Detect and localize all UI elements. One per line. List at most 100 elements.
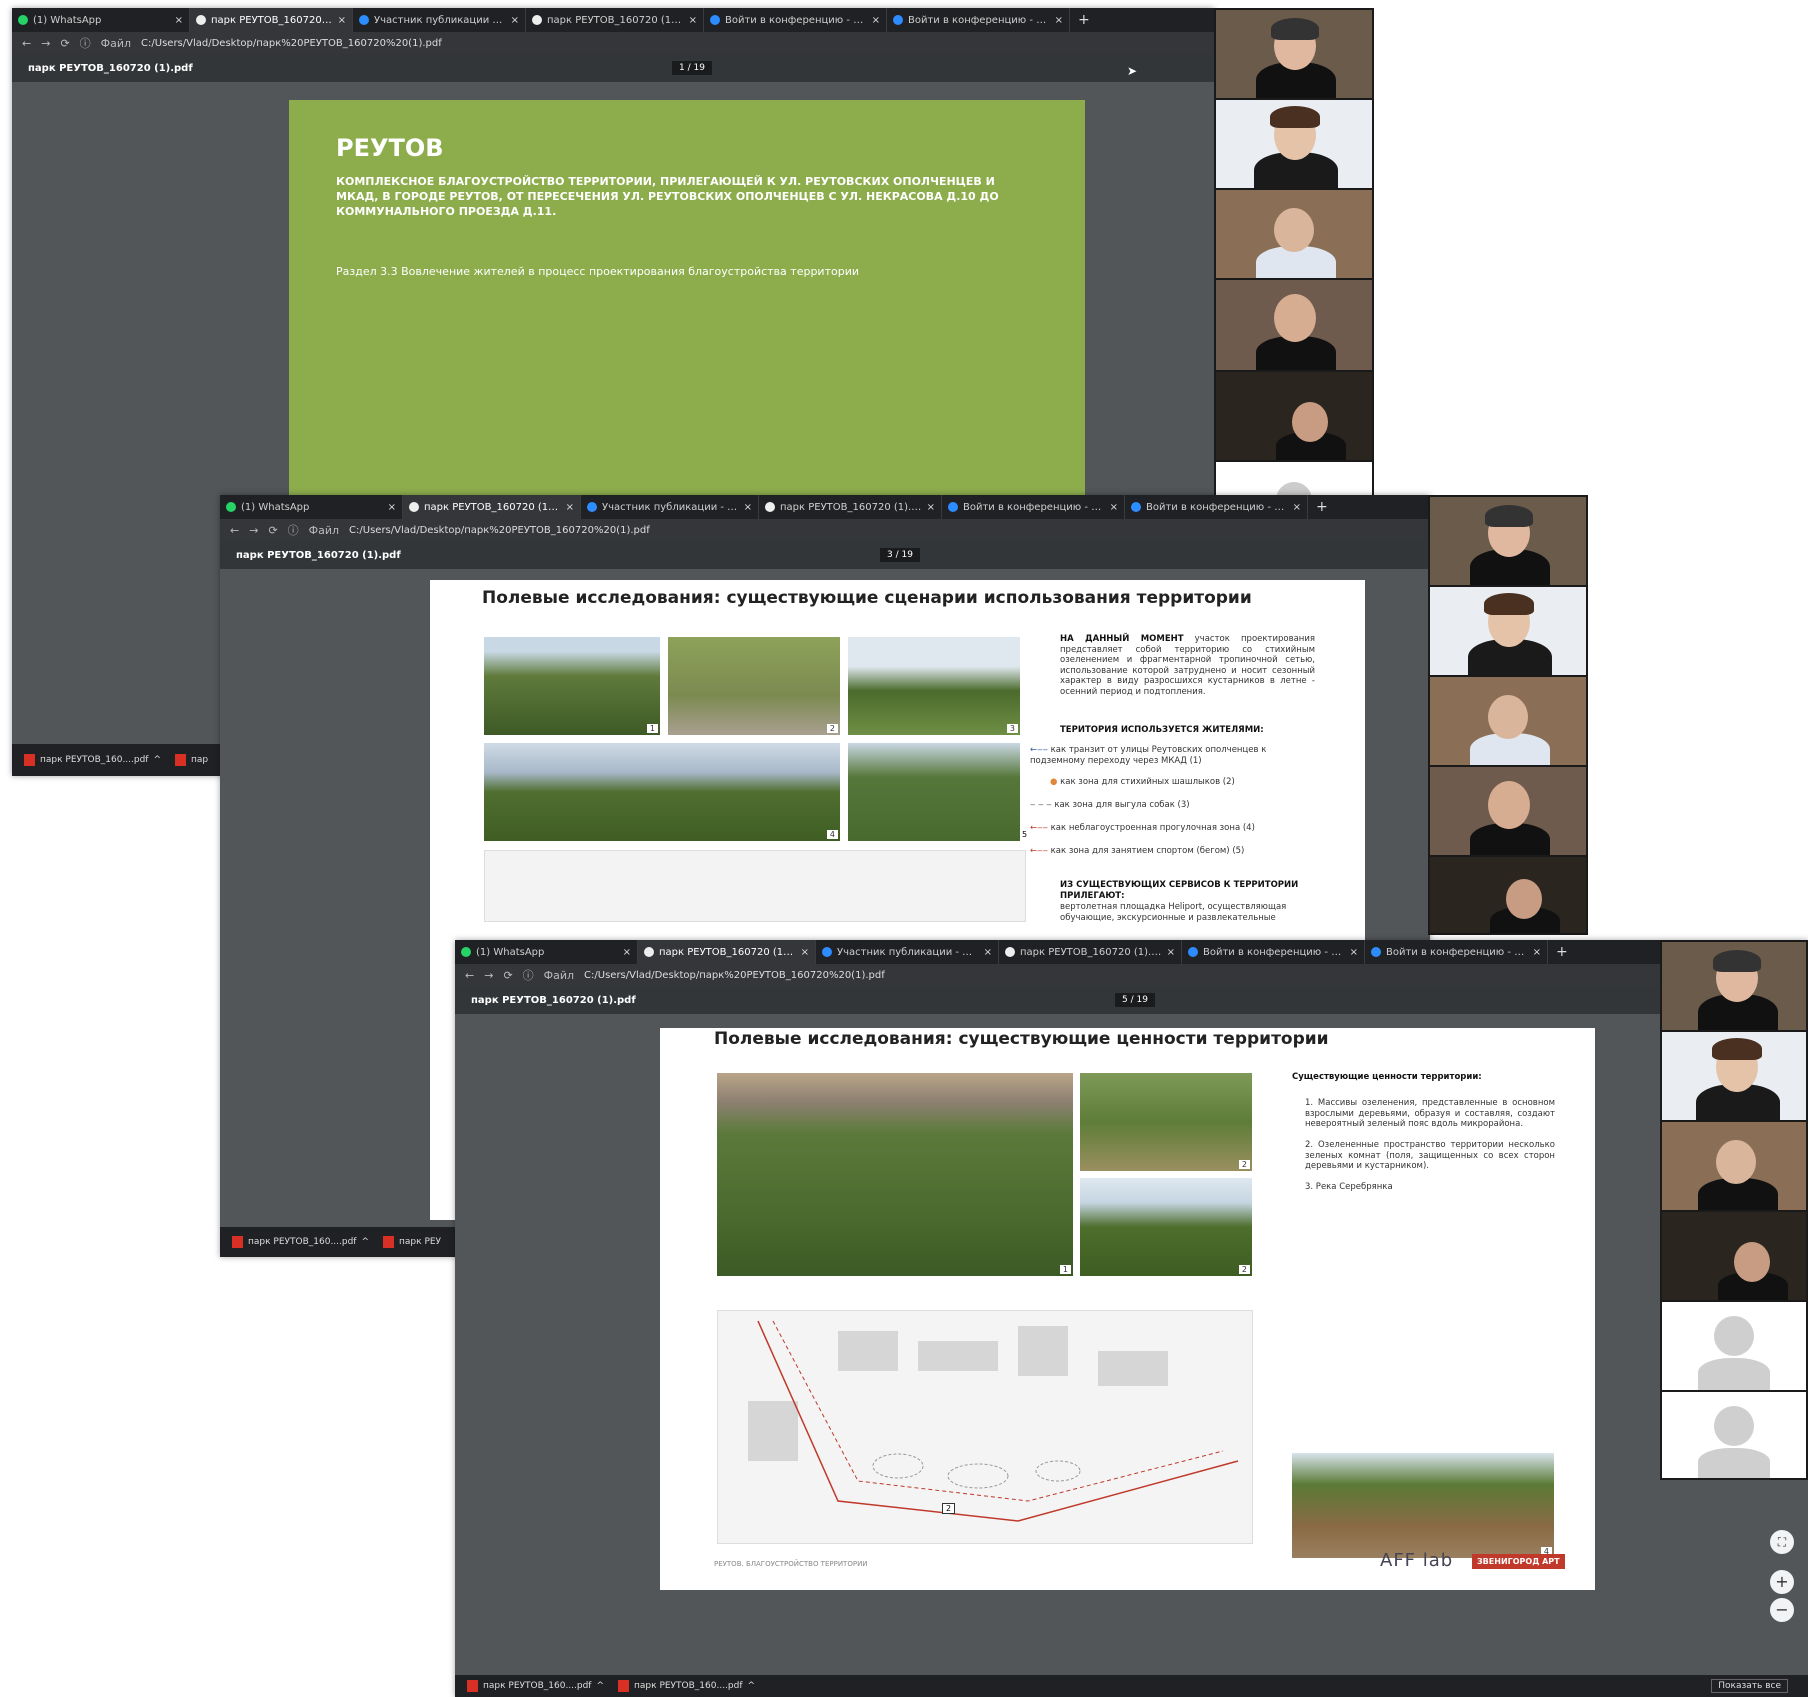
video-tile[interactable] (1216, 100, 1372, 188)
close-icon[interactable]: × (566, 502, 574, 513)
avatar[interactable] (1216, 462, 1372, 498)
download-item[interactable]: парк РЕУТОВ_160....pdf ^ (24, 754, 161, 766)
url-text[interactable]: C:/Users/Vlad/Desktop/парк%20РЕУТОВ_1607… (584, 970, 885, 981)
back-icon[interactable]: ← (22, 37, 31, 50)
tab-pdf-2[interactable]: парк РЕУТОВ_160720 (1).pdf × (759, 495, 942, 519)
info-icon[interactable]: ⓘ (523, 967, 534, 983)
close-icon[interactable]: × (689, 15, 697, 26)
tab-pdf-2[interactable]: парк РЕУТОВ_160720 (1).pdf × (526, 8, 704, 32)
address-bar[interactable]: ← → ⟳ ⓘ Файл C:/Users/Vlad/Desktop/парк%… (12, 32, 1214, 54)
download-item[interactable]: пар (175, 754, 208, 766)
video-tile[interactable] (1216, 280, 1372, 370)
close-icon[interactable]: × (744, 502, 752, 513)
tab-zoom-join-2[interactable]: Войти в конференцию - Zoom × (887, 8, 1070, 32)
tab-pdf[interactable]: парк РЕУТОВ_160720 (1).pdf× (638, 940, 816, 964)
video-tile[interactable] (1430, 857, 1586, 933)
tab-zoom-join[interactable]: Войти в конференцию - Zoom × (704, 8, 887, 32)
back-icon[interactable]: ← (465, 969, 474, 982)
close-icon[interactable]: × (388, 502, 396, 513)
close-icon[interactable]: × (175, 15, 183, 26)
tab-pdf[interactable]: парк РЕУТОВ_160720 (1).pdf× (403, 495, 581, 519)
fit-page-button[interactable]: ⛶ (1770, 1530, 1794, 1554)
tab-whatsapp[interactable]: (1) WhatsApp × (220, 495, 403, 519)
tab-zoom-join-2[interactable]: Войти в конференцию - Zoom × (1365, 940, 1548, 964)
video-tile[interactable] (1430, 497, 1586, 585)
zoom-icon (1131, 502, 1141, 512)
close-icon[interactable]: × (1167, 947, 1175, 958)
new-tab-button[interactable]: + (1548, 944, 1576, 960)
reload-icon[interactable]: ⟳ (503, 969, 512, 982)
services-text: вертолетная площадка Heliport, осуществл… (1060, 902, 1287, 923)
forward-icon[interactable]: → (41, 37, 50, 50)
tab-zoom-join[interactable]: Войти в конференцию - Zoom × (1182, 940, 1365, 964)
globe-icon (532, 15, 542, 25)
close-icon[interactable]: × (623, 947, 631, 958)
video-tile[interactable] (1430, 587, 1586, 675)
avatar[interactable] (1662, 1302, 1806, 1390)
services-heading: ИЗ СУЩЕСТВУЮЩИХ СЕРВИСОВ К ТЕРРИТОРИИ ПР… (1060, 880, 1299, 901)
use-item-5: ←‒‒ как зона для занятием спортом (бегом… (1030, 846, 1245, 856)
photo-meadow: 2 (1080, 1073, 1252, 1171)
photo-dogs: 3 (848, 637, 1020, 735)
chevron-up-icon[interactable]: ^ (361, 1237, 369, 1247)
download-item[interactable]: парк РЕУТОВ_160....pdf ^ (232, 1236, 369, 1248)
url-text[interactable]: C:/Users/Vlad/Desktop/парк%20РЕУТОВ_1607… (141, 38, 442, 49)
video-tile[interactable] (1216, 190, 1372, 278)
tab-whatsapp[interactable]: (1) WhatsApp × (12, 8, 190, 32)
reload-icon[interactable]: ⟳ (60, 37, 69, 50)
tab-zoom-participant[interactable]: Участник публикации - Zoom× (353, 8, 526, 32)
new-tab-button[interactable]: + (1070, 12, 1098, 28)
download-item[interactable]: парк РЕУ (383, 1236, 441, 1248)
chevron-up-icon[interactable]: ^ (748, 1681, 756, 1691)
info-icon[interactable]: ⓘ (80, 35, 91, 51)
tab-zoom-join[interactable]: Войти в конференцию - Zoom × (942, 495, 1125, 519)
tab-whatsapp[interactable]: (1) WhatsApp × (455, 940, 638, 964)
tab-zoom-join-2[interactable]: Войти в конференцию - Zoom × (1125, 495, 1308, 519)
address-bar[interactable]: ← → ⟳ ⓘ Файл C:/Users/Vlad/Desktop/парк%… (455, 964, 1808, 986)
chevron-up-icon[interactable]: ^ (153, 755, 161, 765)
video-tile[interactable] (1662, 1032, 1806, 1120)
show-all-button[interactable]: Показать все (1711, 1679, 1788, 1693)
download-item[interactable]: парк РЕУТОВ_160....pdf ^ (618, 1680, 755, 1692)
close-icon[interactable]: × (1533, 947, 1541, 958)
avatar[interactable] (1662, 1392, 1806, 1478)
tab-zoom-participant[interactable]: Участник публикации - Zoom× (816, 940, 999, 964)
pdf-icon (383, 1236, 395, 1248)
video-tile[interactable] (1662, 1212, 1806, 1300)
forward-icon[interactable]: → (484, 969, 493, 982)
zoom-in-button[interactable]: + (1770, 1570, 1794, 1594)
close-icon[interactable]: × (801, 947, 809, 958)
whatsapp-icon (461, 947, 471, 957)
url-text[interactable]: C:/Users/Vlad/Desktop/парк%20РЕУТОВ_1607… (349, 525, 650, 536)
video-tile[interactable] (1662, 1122, 1806, 1210)
page-indicator[interactable]: 3 / 19 (880, 548, 920, 562)
forward-icon[interactable]: → (249, 524, 258, 537)
tab-zoom-participant[interactable]: Участник публикации - Zoom× (581, 495, 759, 519)
video-tile[interactable] (1430, 767, 1586, 855)
video-tile[interactable] (1216, 10, 1372, 98)
close-icon[interactable]: × (1293, 502, 1301, 513)
reload-icon[interactable]: ⟳ (268, 524, 277, 537)
close-icon[interactable]: × (1350, 947, 1358, 958)
close-icon[interactable]: × (927, 502, 935, 513)
new-tab-button[interactable]: + (1308, 499, 1336, 515)
chevron-up-icon[interactable]: ^ (596, 1681, 604, 1691)
zoom-out-button[interactable]: − (1770, 1598, 1794, 1622)
video-tile[interactable] (1216, 372, 1372, 460)
download-item[interactable]: парк РЕУТОВ_160....pdf ^ (467, 1680, 604, 1692)
page-indicator[interactable]: 5 / 19 (1115, 993, 1155, 1007)
info-icon[interactable]: ⓘ (288, 522, 299, 538)
close-icon[interactable]: × (511, 15, 519, 26)
close-icon[interactable]: × (338, 15, 346, 26)
back-icon[interactable]: ← (230, 524, 239, 537)
video-tile[interactable] (1430, 677, 1586, 765)
address-bar[interactable]: ← → ⟳ ⓘ Файл C:/Users/Vlad/Desktop/парк%… (220, 519, 1430, 541)
close-icon[interactable]: × (1055, 15, 1063, 26)
page-indicator[interactable]: 1 / 19 (672, 61, 712, 75)
tab-pdf[interactable]: парк РЕУТОВ_160720 (1).pdf× (190, 8, 353, 32)
video-tile[interactable] (1662, 942, 1806, 1030)
close-icon[interactable]: × (984, 947, 992, 958)
close-icon[interactable]: × (872, 15, 880, 26)
tab-pdf-2[interactable]: парк РЕУТОВ_160720 (1).pdf × (999, 940, 1182, 964)
close-icon[interactable]: × (1110, 502, 1118, 513)
